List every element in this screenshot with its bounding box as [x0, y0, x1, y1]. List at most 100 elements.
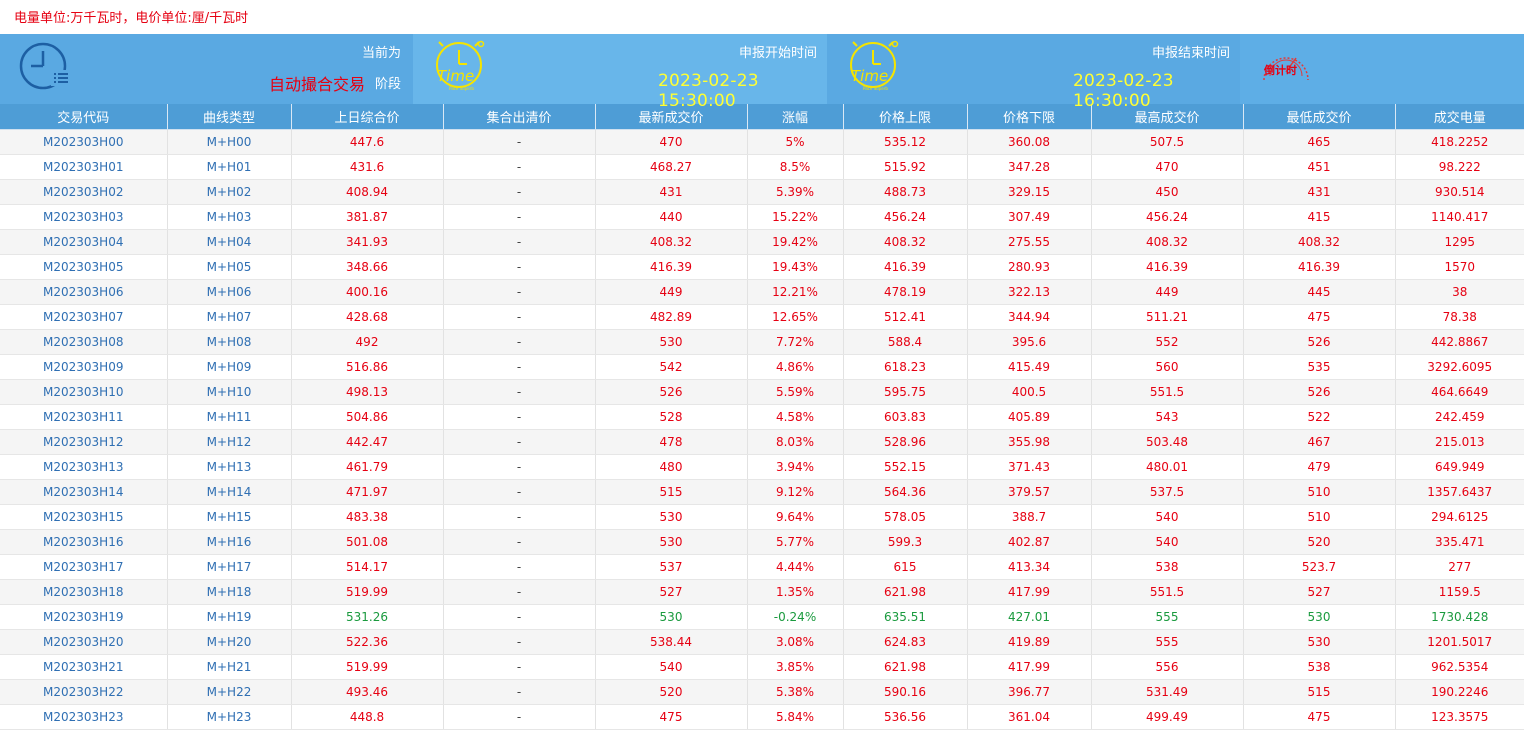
cell-lower-limit: 396.77: [967, 679, 1092, 705]
cell-volume: 1570: [1395, 254, 1524, 280]
cell-volume: 242.459: [1395, 404, 1524, 430]
table-row[interactable]: M202303H07 M+H07 428.68-482.89 12.65% 512.41…: [0, 304, 1524, 330]
cell-code[interactable]: M202303H11: [0, 404, 168, 430]
cell-change: 8.5%: [747, 154, 844, 180]
table-row[interactable]: M202303H15 M+H15 483.38-530 9.64% 578.05 388.…: [0, 504, 1524, 530]
col-header-clearing-price[interactable]: 集合出清价: [443, 104, 596, 130]
cell-code[interactable]: M202303H00: [0, 129, 168, 155]
table-row[interactable]: M202303H22 M+H22 493.46-520 5.38% 590.16 396.…: [0, 679, 1524, 705]
cell-upper-limit: 590.16: [843, 679, 968, 705]
table-row[interactable]: M202303H00 M+H00 447.6-470 5% 535.12 360.08 50…: [0, 129, 1524, 155]
table-row[interactable]: M202303H16 M+H16 501.08-530 5.77% 599.3 402.8…: [0, 529, 1524, 555]
cell-change: 5.59%: [747, 379, 844, 405]
cell-upper-limit: 624.83: [843, 629, 968, 655]
cell-code[interactable]: M202303H02: [0, 179, 168, 205]
table-row[interactable]: M202303H21 M+H21 519.99-540 3.85% 621.98 417.…: [0, 654, 1524, 680]
cell-lower-limit: 400.5: [967, 379, 1092, 405]
cell-code[interactable]: M202303H19: [0, 604, 168, 630]
table-row[interactable]: M202303H04 M+H04 341.93-408.32 19.42% 408.32…: [0, 229, 1524, 255]
table-row[interactable]: M202303H02 M+H02 408.94-431 5.39% 488.73 329.…: [0, 179, 1524, 205]
cell-code[interactable]: M202303H15: [0, 504, 168, 530]
cell-clearing-price: -: [443, 129, 596, 155]
cell-prev-price: 519.99: [291, 654, 444, 680]
table-row[interactable]: M202303H05 M+H05 348.66-416.39 19.43% 416.39…: [0, 254, 1524, 280]
cell-prev-price: 531.26: [291, 604, 444, 630]
time-clock-icon: Time Pace Superb: [850, 40, 899, 91]
cell-code[interactable]: M202303H16: [0, 529, 168, 555]
cell-change: 8.03%: [747, 429, 844, 455]
table-row[interactable]: M202303H10 M+H10 498.13-526 5.59% 595.75 400.…: [0, 379, 1524, 405]
clock-small-text: Pace Superb: [863, 86, 888, 91]
col-header-curve[interactable]: 曲线类型: [167, 104, 292, 130]
cell-curve: M+H13: [167, 454, 292, 480]
cell-code[interactable]: M202303H20: [0, 629, 168, 655]
col-header-volume[interactable]: 成交电量: [1395, 104, 1524, 130]
cell-change: 3.94%: [747, 454, 844, 480]
col-header-prev-price[interactable]: 上日综合价: [291, 104, 444, 130]
cell-code[interactable]: M202303H12: [0, 429, 168, 455]
cell-code[interactable]: M202303H22: [0, 679, 168, 705]
table-row[interactable]: M202303H06 M+H06 400.16-449 12.21% 478.19 322…: [0, 279, 1524, 305]
col-header-code[interactable]: 交易代码: [0, 104, 168, 130]
cell-volume: 962.5354: [1395, 654, 1524, 680]
cell-lower-limit: 417.99: [967, 654, 1092, 680]
cell-upper-limit: 515.92: [843, 154, 968, 180]
cell-code[interactable]: M202303H05: [0, 254, 168, 280]
cell-prev-price: 461.79: [291, 454, 444, 480]
cell-lower-limit: 419.89: [967, 629, 1092, 655]
cell-latest-price: 449: [595, 279, 748, 305]
cell-change: 9.12%: [747, 479, 844, 505]
cell-clearing-price: -: [443, 304, 596, 330]
cell-clearing-price: -: [443, 354, 596, 380]
cell-code[interactable]: M202303H21: [0, 654, 168, 680]
table-row[interactable]: M202303H13 M+H13 461.79-480 3.94% 552.15 371.…: [0, 454, 1524, 480]
cell-code[interactable]: M202303H09: [0, 354, 168, 380]
cell-prev-price: 501.08: [291, 529, 444, 555]
cell-code[interactable]: M202303H07: [0, 304, 168, 330]
cell-curve: M+H03: [167, 204, 292, 230]
table-row[interactable]: M202303H19 M+H19 531.26-530 -0.24% 635.51 427…: [0, 604, 1524, 630]
cell-change: 4.86%: [747, 354, 844, 380]
cell-low-price: 479: [1243, 454, 1396, 480]
cell-code[interactable]: M202303H04: [0, 229, 168, 255]
table-row[interactable]: M202303H12 M+H12 442.47-478 8.03% 528.96 355.…: [0, 429, 1524, 455]
cell-curve: M+H15: [167, 504, 292, 530]
cell-lower-limit: 329.15: [967, 179, 1092, 205]
cell-upper-limit: 488.73: [843, 179, 968, 205]
cell-code[interactable]: M202303H14: [0, 479, 168, 505]
cell-code[interactable]: M202303H23: [0, 704, 168, 730]
table-row[interactable]: M202303H14 M+H14 471.97-515 9.12% 564.36 379.…: [0, 479, 1524, 505]
status-bar: 当前为 自动撮合交易 阶段 Time Pace Superb 申报开始时间 20…: [0, 34, 1524, 111]
cell-latest-price: 542: [595, 354, 748, 380]
table-row[interactable]: M202303H01 M+H01 431.6-468.27 8.5% 515.92 347…: [0, 154, 1524, 180]
table-row[interactable]: M202303H20 M+H20 522.36-538.44 3.08% 624.83 4…: [0, 629, 1524, 655]
table-row[interactable]: M202303H11 M+H11 504.86-528 4.58% 603.83 405.…: [0, 404, 1524, 430]
cell-change: 5%: [747, 129, 844, 155]
cell-curve: M+H04: [167, 229, 292, 255]
cell-high-price: 449: [1091, 279, 1244, 305]
table-row[interactable]: M202303H17 M+H17 514.17-537 4.44% 615 413.34 5…: [0, 554, 1524, 580]
cell-code[interactable]: M202303H10: [0, 379, 168, 405]
table-row[interactable]: M202303H03 M+H03 381.87-440 15.22% 456.24 307…: [0, 204, 1524, 230]
table-row[interactable]: M202303H09 M+H09 516.86-542 4.86% 618.23 415.…: [0, 354, 1524, 380]
table-row[interactable]: M202303H18 M+H18 519.99-527 1.35% 621.98 417.…: [0, 579, 1524, 605]
cell-code[interactable]: M202303H01: [0, 154, 168, 180]
cell-code[interactable]: M202303H06: [0, 279, 168, 305]
table-row[interactable]: M202303H23 M+H23 448.8-475 5.84% 536.56 361.0…: [0, 704, 1524, 730]
cell-latest-price: 526: [595, 379, 748, 405]
cell-code[interactable]: M202303H03: [0, 204, 168, 230]
cell-code[interactable]: M202303H13: [0, 454, 168, 480]
table-row[interactable]: M202303H08 M+H08 492-530 7.72% 588.4 395.6 552…: [0, 329, 1524, 355]
cell-high-price: 551.5: [1091, 379, 1244, 405]
cell-code[interactable]: M202303H08: [0, 329, 168, 355]
col-header-low-price[interactable]: 最低成交价: [1243, 104, 1396, 130]
cell-high-price: 555: [1091, 604, 1244, 630]
cell-code[interactable]: M202303H18: [0, 579, 168, 605]
cell-high-price: 537.5: [1091, 479, 1244, 505]
cell-change: 12.65%: [747, 304, 844, 330]
cell-code[interactable]: M202303H17: [0, 554, 168, 580]
col-header-upper-limit[interactable]: 价格上限: [843, 104, 968, 130]
cell-latest-price: 408.32: [595, 229, 748, 255]
cell-lower-limit: 360.08: [967, 129, 1092, 155]
cell-low-price: 445: [1243, 279, 1396, 305]
